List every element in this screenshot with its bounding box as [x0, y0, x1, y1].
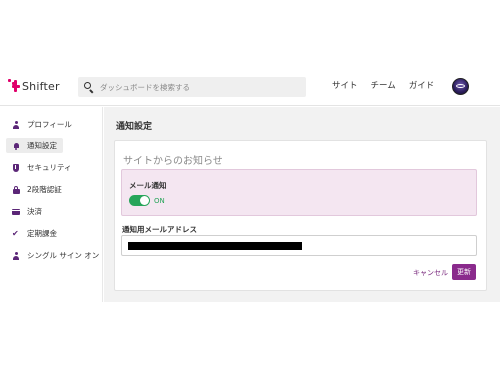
search-input[interactable] — [100, 82, 300, 92]
mail-notification-label: メール通知 — [129, 181, 167, 190]
dashboard-search[interactable] — [78, 77, 306, 97]
nav-guide[interactable]: ガイド — [409, 79, 435, 91]
cancel-button[interactable]: キャンセル — [413, 268, 448, 278]
brand-name: Shifter — [22, 79, 60, 93]
person-icon — [12, 251, 20, 260]
card-title: サイトからのお知らせ — [123, 156, 223, 167]
person-icon — [12, 120, 20, 129]
settings-sidebar: プロフィール 通知設定 セキュリティ 2段階認証 決済 ✔ 定期課金 シングル … — [0, 107, 103, 302]
top-header: Shifter サイト チーム ガイド — [0, 66, 500, 106]
sidebar-item-label: 決済 — [27, 207, 42, 216]
sidebar-item-2fa[interactable]: 2段階認証 — [6, 182, 68, 197]
toggle-state-label: ON — [154, 197, 165, 205]
lock-icon — [12, 185, 20, 194]
mail-notification-box: メール通知 ON — [121, 169, 477, 216]
sidebar-item-security[interactable]: セキュリティ — [6, 160, 78, 175]
notification-card: サイトからのお知らせ メール通知 ON 通知用メールアドレス キャンセル 更新 — [114, 140, 487, 291]
sidebar-item-notifications[interactable]: 通知設定 — [6, 138, 63, 153]
user-avatar[interactable] — [452, 78, 469, 95]
sidebar-item-label: 通知設定 — [27, 141, 57, 150]
check-icon: ✔ — [12, 228, 19, 238]
page-title: 通知設定 — [116, 122, 153, 132]
sidebar-item-label: シングル サイン オン — [27, 251, 100, 260]
sidebar-item-sso[interactable]: シングル サイン オン — [6, 248, 105, 263]
sidebar-item-label: 定期課金 — [27, 229, 57, 238]
shifter-logo[interactable]: Shifter — [8, 78, 60, 94]
main-content: 通知設定 サイトからのお知らせ メール通知 ON 通知用メールアドレス キャンセ… — [104, 107, 500, 302]
bell-icon — [12, 142, 20, 150]
credit-card-icon — [12, 208, 20, 216]
sidebar-item-label: 2段階認証 — [27, 185, 62, 194]
update-button[interactable]: 更新 — [452, 264, 476, 280]
sidebar-item-subscription[interactable]: ✔ 定期課金 — [6, 226, 63, 241]
sidebar-item-profile[interactable]: プロフィール — [6, 117, 78, 132]
shifter-logo-icon — [8, 78, 20, 94]
mail-notification-toggle[interactable] — [129, 195, 150, 206]
redacted-email — [128, 242, 302, 250]
sidebar-item-label: セキュリティ — [27, 163, 72, 172]
sidebar-item-payment[interactable]: 決済 — [6, 204, 48, 219]
nav-sites[interactable]: サイト — [332, 79, 358, 91]
email-field-label: 通知用メールアドレス — [122, 225, 197, 234]
email-field[interactable] — [121, 235, 477, 256]
search-icon — [82, 80, 96, 94]
nav-team[interactable]: チーム — [371, 79, 396, 91]
sidebar-item-label: プロフィール — [27, 120, 72, 129]
shield-icon — [12, 163, 20, 172]
top-nav: サイト チーム ガイド — [332, 79, 434, 91]
